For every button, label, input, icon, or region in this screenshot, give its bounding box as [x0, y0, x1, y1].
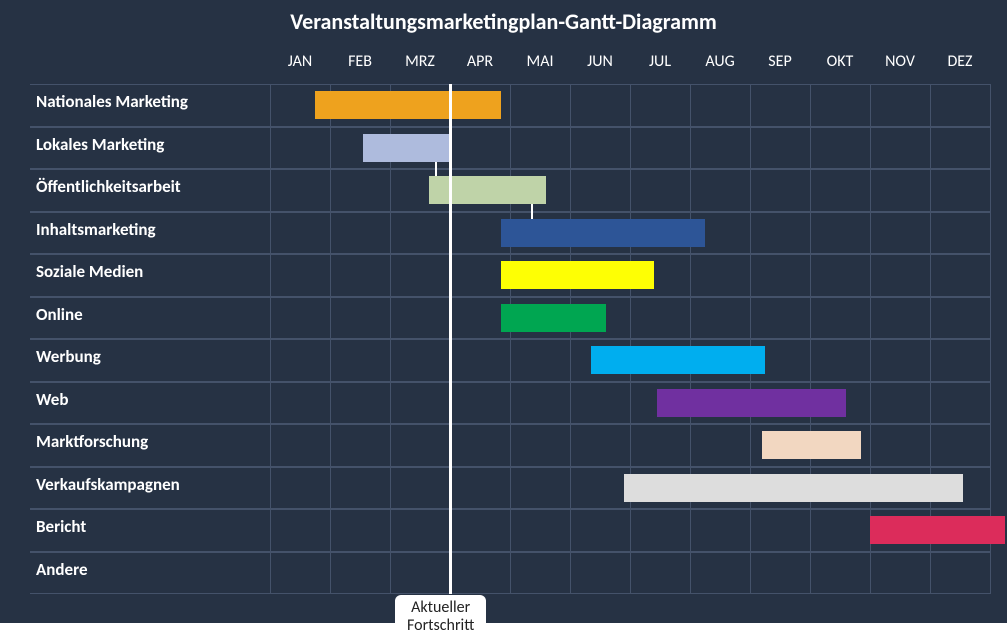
month-label-mai: MAI [510, 52, 570, 71]
month-label-nov: NOV [870, 52, 930, 71]
row: Werbung [30, 339, 990, 382]
row: Andere [30, 552, 990, 595]
gantt-bar[interactable] [501, 304, 606, 332]
gantt-bar[interactable] [762, 431, 861, 459]
month-label-jul: JUL [630, 52, 690, 71]
gantt-bar[interactable] [315, 91, 501, 119]
month-label-jun: JUN [570, 52, 630, 71]
gantt-bar[interactable] [501, 261, 654, 289]
row: Lokales Marketing [30, 127, 990, 170]
row-label: Öffentlichkeitsarbeit [36, 176, 181, 197]
row-label: Bericht [36, 516, 86, 537]
month-label-mrz: MRZ [390, 52, 450, 71]
month-label-sep: SEP [750, 52, 810, 71]
row-label: Soziale Medien [36, 261, 143, 282]
row-label: Web [36, 389, 68, 410]
gantt-bar[interactable] [363, 134, 450, 162]
month-label-jan: JAN [270, 52, 330, 71]
gantt-bar[interactable] [501, 219, 705, 247]
row-label: Marktforschung [36, 431, 148, 452]
chart-title: Veranstaltungsmarketingplan-Gantt-Diagra… [0, 8, 1007, 35]
month-axis: JANFEBMRZAPRMAIJUNJULAUGSEPOKTNOVDEZ [270, 52, 990, 82]
month-label-apr: APR [450, 52, 510, 71]
month-label-aug: AUG [690, 52, 750, 71]
row: Web [30, 382, 990, 425]
row-label: Lokales Marketing [36, 134, 164, 155]
plot-area: Nationales Marketing Lokales Marketing Öff… [30, 84, 990, 594]
row-label: Werbung [36, 346, 101, 367]
gantt-bar[interactable] [870, 516, 1005, 544]
row-label: Andere [36, 559, 88, 580]
month-label-feb: FEB [330, 52, 390, 71]
gantt-bar[interactable] [591, 346, 765, 374]
gantt-bar[interactable] [624, 474, 963, 502]
gantt-bar[interactable] [657, 389, 846, 417]
row-label: Online [36, 304, 83, 325]
row-label: Verkaufskampagnen [36, 474, 180, 495]
row-label: Inhaltsmarketing [36, 219, 156, 240]
row-label: Nationales Marketing [36, 91, 188, 112]
row: Bericht [30, 509, 990, 552]
row: Nationales Marketing [30, 84, 990, 127]
stage: Veranstaltungsmarketingplan-Gantt-Diagra… [0, 0, 1007, 644]
month-label-dez: DEZ [930, 52, 990, 71]
month-label-okt: OKT [810, 52, 870, 71]
today-marker-label: Aktueller Fortschritt [395, 595, 486, 639]
gantt-bar[interactable] [429, 176, 546, 204]
today-marker-line [449, 84, 452, 594]
